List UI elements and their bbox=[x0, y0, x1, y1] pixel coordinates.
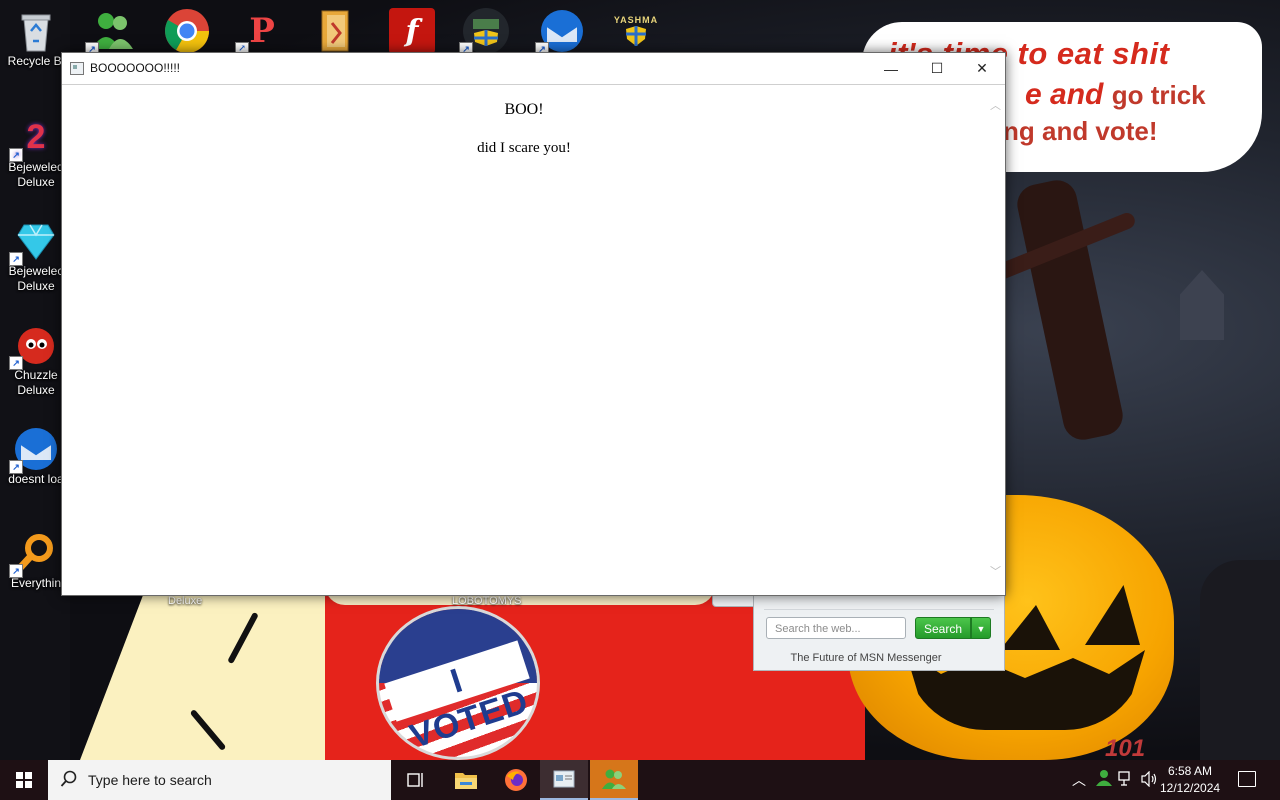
pinball-icon: P ↗ bbox=[235, 8, 285, 56]
desktop-icon-shield-app[interactable]: ↗ bbox=[450, 8, 522, 56]
desktop-icon-yashma[interactable]: YASHMA bbox=[600, 8, 672, 54]
taskbar: Type here to search ︿ 6:58 AM 12/12/2024 bbox=[0, 760, 1280, 800]
shield-app-icon: ↗ bbox=[459, 8, 509, 56]
i-voted-badge: I VOTED bbox=[376, 606, 540, 760]
msn-messenger-icon bbox=[602, 769, 626, 789]
msn-divider bbox=[764, 609, 994, 610]
partial-icon-label: LOBOTOMYS bbox=[452, 595, 522, 607]
partial-icon-label: Deluxe bbox=[168, 595, 203, 607]
bubble-text-line3: ng and vote! bbox=[1003, 116, 1158, 146]
taskbar-firefox[interactable] bbox=[492, 760, 540, 800]
msn-search-input[interactable]: Search the web... bbox=[766, 617, 906, 639]
wallpaper-church bbox=[1180, 270, 1224, 340]
msn-search-dropdown-icon[interactable]: ▼ bbox=[971, 617, 991, 639]
close-button[interactable]: ✕ bbox=[959, 53, 1005, 84]
clock-time: 6:58 AM bbox=[1167, 764, 1213, 778]
desktop-icon-chrome[interactable] bbox=[151, 8, 223, 54]
flash-player-icon: f bbox=[389, 8, 435, 54]
volume-icon[interactable] bbox=[1140, 770, 1158, 790]
desktop-icon-msn[interactable]: ↗ bbox=[76, 8, 148, 56]
taskbar-search-box[interactable]: Type here to search bbox=[48, 760, 391, 800]
window-app-icon bbox=[70, 62, 84, 75]
minimize-button[interactable]: — bbox=[868, 53, 914, 84]
bubble-text-line2: e and go trick bbox=[1025, 78, 1206, 112]
yashma-icon: YASHMA bbox=[613, 8, 659, 54]
boo-message: did I scare you! bbox=[477, 140, 571, 156]
msn-footer-text: The Future of MSN Messenger bbox=[790, 652, 942, 664]
task-view-button[interactable] bbox=[392, 760, 440, 800]
boo-heading: BOO! bbox=[504, 101, 544, 118]
start-button[interactable] bbox=[0, 760, 48, 800]
shortcut-arrow-icon: ↗ bbox=[9, 252, 23, 266]
shortcut-arrow-icon: ↗ bbox=[9, 356, 23, 370]
everything-icon: ↗ bbox=[9, 530, 59, 578]
notification-center-icon[interactable] bbox=[1238, 771, 1256, 787]
msn-tray-icon[interactable] bbox=[1095, 769, 1113, 790]
wallpaper-corner-shape bbox=[1200, 560, 1280, 760]
yashma-label: YASHMA bbox=[613, 15, 659, 25]
desktop-icon-thunderbird[interactable]: ↗ bbox=[526, 8, 598, 56]
file-explorer-icon bbox=[455, 773, 477, 789]
wallpaper-graffiti: 101 bbox=[1105, 735, 1146, 760]
taskbar-file-explorer[interactable] bbox=[442, 760, 490, 800]
vertical-scrollbar[interactable]: ︿ ﹀ bbox=[986, 85, 1004, 593]
scroll-down-icon[interactable]: ﹀ bbox=[990, 563, 1001, 579]
desktop-icon-pinball[interactable]: P ↗ bbox=[226, 8, 298, 56]
msn-messenger-window: Search the web... Search ▼ The Future of… bbox=[753, 594, 1005, 671]
window-titlebar[interactable]: BOOOOOOO!!!!! — ☐ ✕ bbox=[62, 53, 1005, 85]
search-icon bbox=[60, 770, 78, 788]
task-view-icon bbox=[407, 773, 423, 787]
show-hidden-icons-button[interactable]: ︿ bbox=[1072, 770, 1086, 790]
network-icon[interactable] bbox=[1118, 771, 1136, 790]
bubble-text-line2b: go trick bbox=[1111, 80, 1206, 110]
clock-date: 12/12/2024 bbox=[1160, 781, 1221, 795]
maximize-button[interactable]: ☐ bbox=[914, 53, 960, 84]
firefox-icon bbox=[505, 769, 527, 791]
app-window-icon bbox=[553, 770, 575, 788]
taskbar-search-placeholder: Type here to search bbox=[88, 772, 212, 788]
chrome-icon bbox=[164, 8, 210, 54]
wallpaper-tree bbox=[1013, 176, 1127, 444]
taskbar-msn-messenger[interactable] bbox=[590, 760, 638, 800]
msn-messenger-icon: ↗ bbox=[85, 8, 135, 56]
desktop-icon-flash[interactable]: f bbox=[376, 8, 448, 54]
shortcut-arrow-icon: ↗ bbox=[9, 148, 23, 162]
desktop-icon-folder[interactable] bbox=[300, 8, 372, 54]
taskbar-boo-window[interactable] bbox=[540, 760, 588, 800]
recycle-bin-icon bbox=[13, 8, 59, 54]
shortcut-arrow-icon: ↗ bbox=[9, 460, 23, 474]
thunderbird-icon: ↗ bbox=[535, 8, 585, 56]
shortcut-arrow-icon: ↗ bbox=[9, 564, 23, 578]
scroll-up-icon[interactable]: ︿ bbox=[990, 97, 1001, 113]
bejeweled-gem-icon: ↗ bbox=[9, 218, 59, 266]
msn-search-button[interactable]: Search bbox=[915, 617, 971, 639]
window-title: BOOOOOOO!!!!! bbox=[90, 61, 181, 75]
taskbar-clock[interactable]: 6:58 AM 12/12/2024 bbox=[1160, 763, 1220, 797]
window-content: BOO! did I scare you! bbox=[63, 85, 985, 593]
bubble-text-line2a: e and bbox=[1025, 78, 1104, 111]
boo-window: BOOOOOOO!!!!! — ☐ ✕ BOO! did I scare you… bbox=[61, 52, 1006, 596]
windows-logo-icon bbox=[16, 772, 32, 788]
chuzzle-icon: ↗ bbox=[9, 322, 59, 370]
folder-icon bbox=[313, 8, 359, 54]
bejeweled-2-icon: 2 ↗ bbox=[9, 114, 59, 162]
thunderbird-desktop-icon: ↗ bbox=[9, 426, 59, 474]
